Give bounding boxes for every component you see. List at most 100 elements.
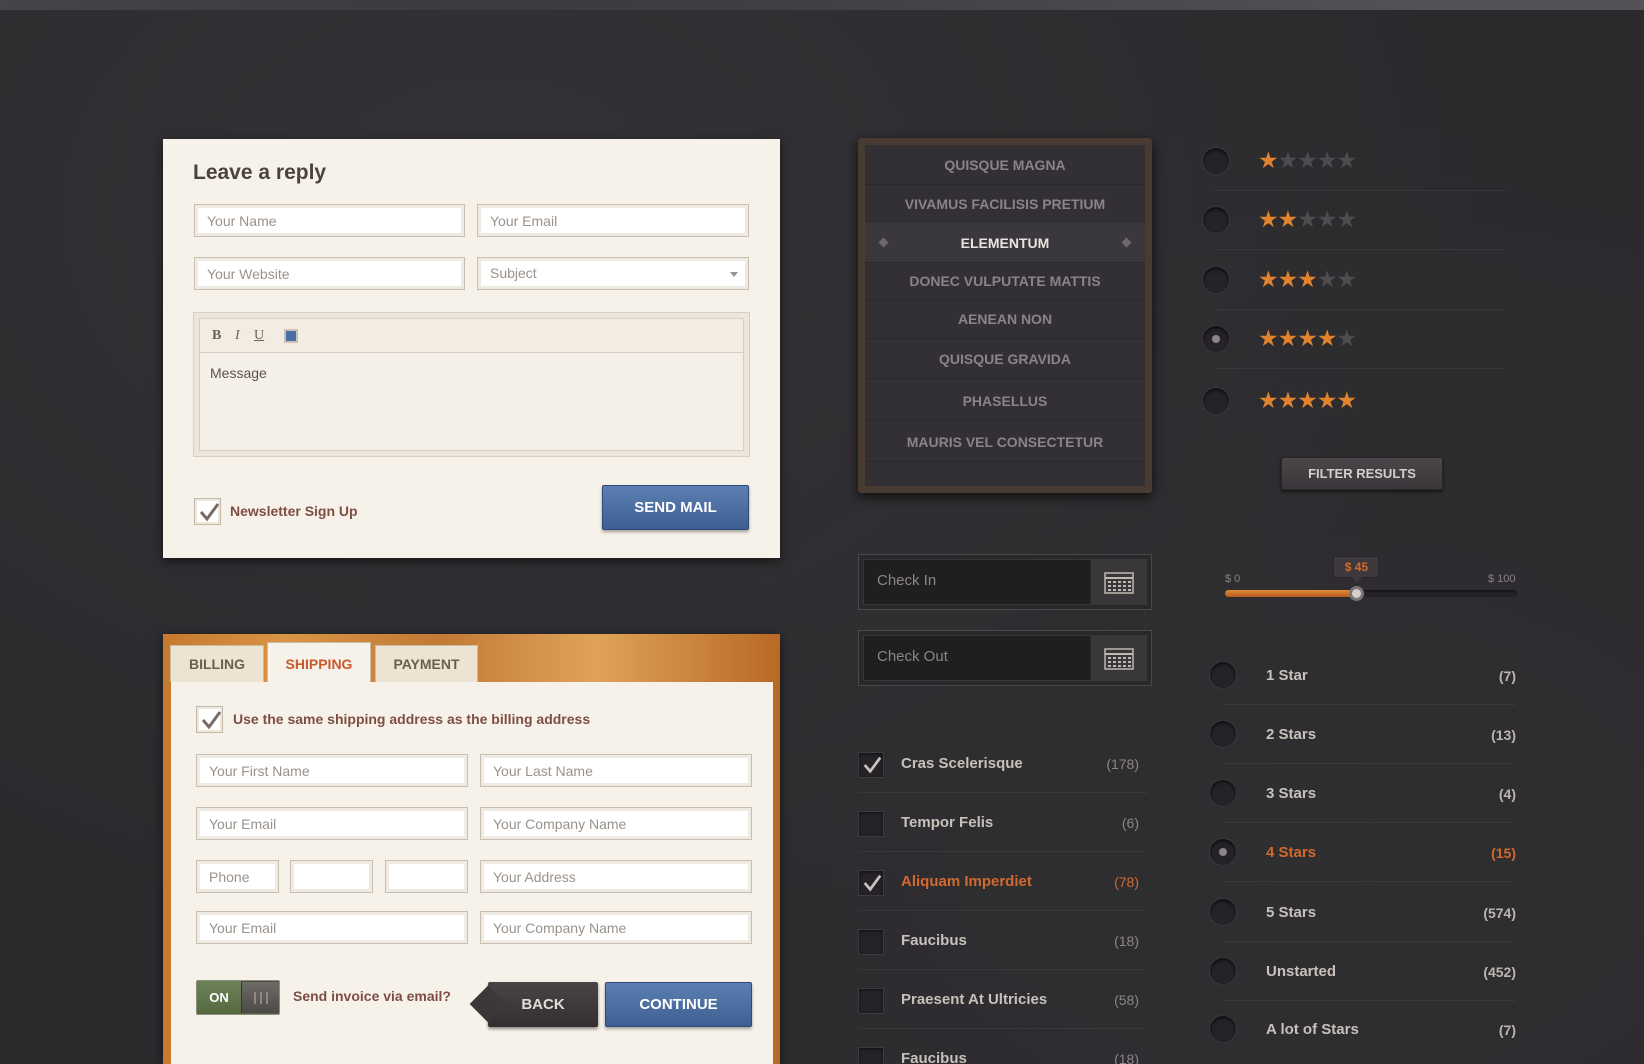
price-max-label: $ 100 — [1488, 573, 1516, 585]
star-filter-radio[interactable] — [1209, 838, 1237, 866]
email-input[interactable] — [477, 204, 749, 237]
divider — [1215, 368, 1505, 369]
menu-item[interactable]: QUISQUE MAGNA — [865, 145, 1145, 185]
star-icon: ★ — [1277, 148, 1299, 174]
category-checkbox[interactable] — [858, 929, 884, 955]
message-textarea[interactable]: Message — [210, 365, 267, 381]
divider — [858, 969, 1148, 970]
star-filter-radio[interactable] — [1209, 661, 1237, 689]
star-icon: ★ — [1316, 207, 1338, 233]
check-in-placeholder: Check In — [877, 572, 937, 589]
star-filter-radio[interactable] — [1209, 957, 1237, 985]
name-input[interactable] — [194, 204, 465, 237]
tab-shipping[interactable]: SHIPPING — [267, 642, 371, 682]
category-checkbox[interactable] — [858, 811, 884, 837]
divider — [1215, 309, 1505, 310]
rating-radio[interactable] — [1202, 266, 1230, 294]
calendar-button[interactable] — [1090, 636, 1146, 680]
star-icon: ★ — [1336, 267, 1358, 293]
divider — [858, 910, 1148, 911]
same-address-checkbox[interactable] — [196, 706, 223, 733]
divider — [1222, 763, 1516, 764]
star-filter-count: (4) — [1498, 786, 1516, 802]
underline-button[interactable]: U — [254, 328, 264, 344]
rating-radio[interactable] — [1202, 387, 1230, 415]
email-input[interactable] — [196, 807, 468, 840]
phone-input[interactable] — [196, 860, 279, 893]
rating-radio[interactable] — [1202, 206, 1230, 234]
star-filter-label: 2 Stars — [1266, 726, 1317, 743]
category-checkbox[interactable] — [858, 988, 884, 1014]
star-icon: ★ — [1316, 267, 1338, 293]
menu-item[interactable]: PHASELLUS — [865, 381, 1145, 421]
back-label: BACK — [521, 996, 565, 1013]
subject-select[interactable]: Subject — [477, 257, 749, 290]
star-rating: ★★★★★ — [1258, 326, 1358, 352]
rating-radio[interactable] — [1202, 147, 1230, 175]
star-icon: ★ — [1258, 207, 1279, 233]
check-in-inner: Check In — [863, 559, 1147, 605]
calendar-icon — [1104, 648, 1134, 670]
star-rating: ★★★★★ — [1258, 267, 1358, 293]
first-name-input[interactable] — [196, 754, 468, 787]
text-color-button[interactable] — [284, 329, 298, 343]
menu-item[interactable]: MAURIS VEL CONSECTETUR — [865, 422, 1145, 462]
continue-button[interactable]: CONTINUE — [605, 982, 752, 1027]
tab-payment[interactable]: PAYMENT — [375, 645, 478, 682]
rating-radio[interactable] — [1202, 325, 1230, 353]
star-rating: ★★★★★ — [1258, 390, 1357, 413]
newsletter-label: Newsletter Sign Up — [230, 503, 358, 519]
email-input-2[interactable] — [196, 911, 468, 944]
send-mail-button[interactable]: SEND MAIL — [602, 485, 749, 530]
calendar-button[interactable] — [1090, 560, 1146, 604]
last-name-input[interactable] — [480, 754, 752, 787]
same-address-label: Use the same shipping address as the bil… — [233, 711, 591, 727]
star-filter-label: Unstarted — [1266, 963, 1337, 980]
category-count: (6) — [1121, 815, 1139, 831]
category-label: Faucibus — [901, 1050, 967, 1064]
address-input[interactable] — [480, 860, 752, 893]
menu-item[interactable]: AENEAN NON — [865, 299, 1145, 339]
menu-item[interactable]: ELEMENTUM — [865, 223, 1145, 263]
newsletter-checkbox[interactable] — [194, 498, 221, 525]
phone-input-2[interactable] — [290, 860, 373, 893]
category-checkbox[interactable] — [858, 752, 884, 778]
star-icon: ★ — [1336, 326, 1358, 352]
phone-input-3[interactable] — [385, 860, 468, 893]
check-in-field[interactable]: Check In — [858, 554, 1152, 610]
check-icon — [201, 711, 222, 730]
filter-results-button[interactable]: FILTER RESULTS — [1281, 457, 1443, 490]
category-label: Aliquam Imperdiet — [901, 873, 1032, 890]
star-filter-radio[interactable] — [1209, 898, 1237, 926]
check-out-field[interactable]: Check Out — [858, 630, 1152, 686]
star-filter-count: (13) — [1491, 727, 1516, 743]
menu-item[interactable]: DONEC VULPUTATE MATTIS — [865, 261, 1145, 301]
menu-item[interactable]: QUISQUE GRAVIDA — [865, 339, 1145, 379]
star-filter-radio[interactable] — [1209, 720, 1237, 748]
company-input-2[interactable] — [480, 911, 752, 944]
category-label: Praesent At Ultricies — [901, 991, 1048, 1008]
divider — [858, 1028, 1148, 1029]
category-count: (58) — [1114, 992, 1139, 1008]
star-filter-label: A lot of Stars — [1266, 1021, 1359, 1038]
category-checkbox[interactable] — [858, 870, 884, 896]
company-input[interactable] — [480, 807, 752, 840]
price-value-bubble: $ 45 — [1333, 556, 1380, 583]
star-icon: ★ — [1316, 326, 1338, 352]
price-track[interactable] — [1225, 586, 1517, 601]
invoice-toggle[interactable]: ON — [196, 980, 280, 1015]
website-input[interactable] — [194, 257, 465, 290]
star-filter-radio[interactable] — [1209, 1015, 1237, 1043]
italic-button[interactable]: I — [235, 328, 240, 344]
category-checkbox[interactable] — [858, 1047, 884, 1064]
bold-button[interactable]: B — [212, 328, 221, 344]
back-button[interactable]: BACK — [488, 982, 598, 1027]
price-min-label: $ 0 — [1225, 573, 1241, 585]
tab-billing[interactable]: BILLING — [170, 645, 264, 682]
star-icon: ★ — [1277, 267, 1299, 293]
star-filter-radio[interactable] — [1209, 779, 1237, 807]
menu-item[interactable]: VIVAMUS FACILISIS PRETIUM — [865, 184, 1145, 224]
divider — [1215, 190, 1505, 191]
menu-list: QUISQUE MAGNA VIVAMUS FACILISIS PRETIUM EL… — [865, 145, 1145, 486]
star-filter-label: 1 Star — [1266, 667, 1308, 684]
